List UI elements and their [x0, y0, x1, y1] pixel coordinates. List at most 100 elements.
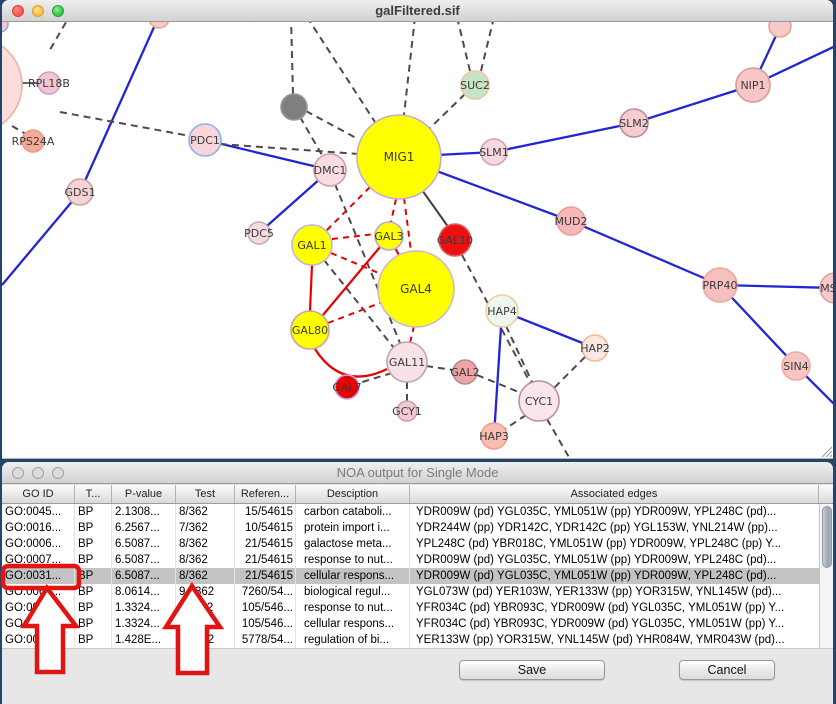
cell-desc: response to nut...: [296, 552, 410, 568]
noa-output-window: NOA output for Single Mode GO IDT...P-va…: [2, 462, 833, 704]
cell-assoc: YFR034C (pd) YBR093C, YDR009W (pd) YGL03…: [410, 600, 819, 616]
noa-window-titlebar[interactable]: NOA output for Single Mode: [2, 462, 833, 484]
scrollbar-thumb[interactable]: [822, 506, 832, 568]
node-label-PDC1: PDC1: [190, 134, 220, 147]
cell-go: GO:0006...: [2, 536, 75, 552]
resize-grip[interactable]: [820, 445, 832, 457]
table-row[interactable]: GO:0031...BP1.3324...11/362105/546...res…: [2, 600, 819, 616]
table-row-selected[interactable]: GO:0031...BP6.5087...8/36221/54615cellul…: [2, 568, 819, 584]
node-label-GAL80: GAL80: [292, 324, 328, 337]
node-label-GDS1: GDS1: [65, 186, 96, 199]
edge-red-solid: [323, 247, 380, 315]
table-scrollbar[interactable]: [819, 504, 833, 648]
cell-desc: protein import i...: [296, 520, 410, 536]
column-header-t[interactable]: T...: [75, 485, 112, 503]
save-button[interactable]: Save: [459, 660, 605, 680]
table-row[interactable]: GO:0065...BP8.0614...94/3627260/54...bio…: [2, 584, 819, 600]
node-gray-node[interactable]: [281, 94, 307, 120]
network-window-titlebar[interactable]: galFiltered.sif: [2, 0, 833, 22]
edge-red-dash: [326, 187, 370, 231]
edge-gray-dash: [481, 22, 494, 71]
cell-p: 1.428E...: [112, 632, 176, 648]
cell-go: GO:0031...: [2, 616, 75, 632]
edge-red-dash: [404, 198, 411, 251]
cell-go: GO:0050...: [2, 632, 75, 648]
cell-go: GO:0045...: [2, 504, 75, 520]
cell-ref: 21/54615: [235, 536, 296, 552]
edge-blue: [571, 221, 720, 285]
node-label-GAL11: GAL11: [389, 356, 425, 369]
node-label-SLM2: SLM2: [619, 117, 649, 130]
cell-desc: response to nut...: [296, 600, 410, 616]
edge-red-dash: [410, 326, 414, 343]
column-header-referen[interactable]: Referen...: [235, 485, 296, 503]
noa-window-title: NOA output for Single Mode: [2, 465, 833, 480]
node-big-left[interactable]: [2, 37, 22, 133]
cell-test: 11/362: [176, 600, 235, 616]
table-row[interactable]: GO:0045...BP2.1308...8/36215/54615carbon…: [2, 504, 819, 520]
edge-gray-dash: [307, 22, 375, 122]
column-header-desciption[interactable]: Desciption: [296, 485, 410, 503]
node-top-cut-2[interactable]: [769, 22, 791, 37]
table-row[interactable]: GO:0007...BP6.5087...8/36221/54615respon…: [2, 552, 819, 568]
cell-go: GO:0065...: [2, 584, 75, 600]
cell-ref: 105/546...: [235, 600, 296, 616]
cell-desc: carbon cataboli...: [296, 504, 410, 520]
edge-gray-dash: [554, 357, 585, 388]
cell-ref: 21/54615: [235, 552, 296, 568]
cell-test: 8/362: [176, 552, 235, 568]
edge-gray-dash: [547, 419, 570, 458]
cell-type: BP: [75, 584, 112, 600]
table-row[interactable]: GO:0016...BP6.2567...7/36210/54615protei…: [2, 520, 819, 536]
footer-bar: Save Cancel: [2, 648, 833, 704]
edge-gray-dash: [505, 415, 526, 429]
table-header: GO IDT...P-valueTestReferen...Desciption…: [2, 485, 833, 504]
node-label-PRP40: PRP40: [703, 279, 738, 292]
cell-go: GO:0031...: [2, 568, 75, 584]
cell-type: BP: [75, 520, 112, 536]
column-header-associatededges[interactable]: Associated edges: [410, 485, 819, 503]
node-top-cut-1[interactable]: [149, 22, 169, 28]
cell-type: BP: [75, 616, 112, 632]
edge-gray-dash: [300, 117, 322, 155]
cancel-button[interactable]: Cancel: [679, 660, 775, 680]
table-row[interactable]: GO:0006...BP6.5087...8/36221/54615galact…: [2, 536, 819, 552]
table-row[interactable]: GO:0031...BP1.3324...11/362105/546...cel…: [2, 616, 819, 632]
node-label-NIP1: NIP1: [740, 79, 765, 92]
edge-gray-dash: [426, 366, 453, 370]
cell-p: 6.5087...: [112, 568, 176, 584]
cell-assoc: YER133W (pp) YOR315W, YNL145W (pd) YHR08…: [410, 632, 819, 648]
node-label-SIN4: SIN4: [783, 360, 808, 373]
cell-type: BP: [75, 552, 112, 568]
edge-red-solid: [310, 265, 312, 311]
node-label-GAL1: GAL1: [297, 239, 326, 252]
node-label-CYC1: CYC1: [525, 395, 553, 408]
cell-desc: cellular respons...: [296, 568, 410, 584]
node-label-RPS24A: RPS24A: [12, 135, 55, 148]
node-label-SUC2: SUC2: [460, 79, 490, 92]
edge-gray-dash: [12, 126, 26, 134]
node-corner-cut[interactable]: [2, 22, 8, 32]
node-label-GAL4: GAL4: [400, 282, 432, 296]
column-header-goid[interactable]: GO ID: [2, 485, 75, 503]
node-label-MUD2: MUD2: [554, 215, 587, 228]
cell-ref: 21/54615: [235, 568, 296, 584]
cell-desc: biological regul...: [296, 584, 410, 600]
edge-gray-dash: [60, 112, 190, 136]
cell-go: GO:0031...: [2, 600, 75, 616]
cell-test: 8/362: [176, 536, 235, 552]
node-label-RPL18B: RPL18B: [28, 77, 70, 90]
node-label-GAL7: GAL7: [332, 381, 361, 394]
edge-blue: [2, 192, 80, 285]
network-canvas[interactable]: RPL18BRPS24AGDS1PDC1DMC1MIG1SUC2SLM1SLM2…: [2, 22, 833, 459]
table-row[interactable]: GO:0050...BP1.428E...80/3625778/54...reg…: [2, 632, 819, 648]
column-header-test[interactable]: Test: [176, 485, 235, 503]
network-window-title: galFiltered.sif: [2, 3, 833, 18]
cell-ref: 15/54615: [235, 504, 296, 520]
cell-type: BP: [75, 632, 112, 648]
cell-test: 7/362: [176, 520, 235, 536]
cell-p: 6.5087...: [112, 536, 176, 552]
cell-assoc: YDR009W (pd) YGL035C, YML051W (pp) YDR00…: [410, 504, 819, 520]
column-header-pvalue[interactable]: P-value: [112, 485, 176, 503]
node-label-DMC1: DMC1: [314, 164, 347, 177]
